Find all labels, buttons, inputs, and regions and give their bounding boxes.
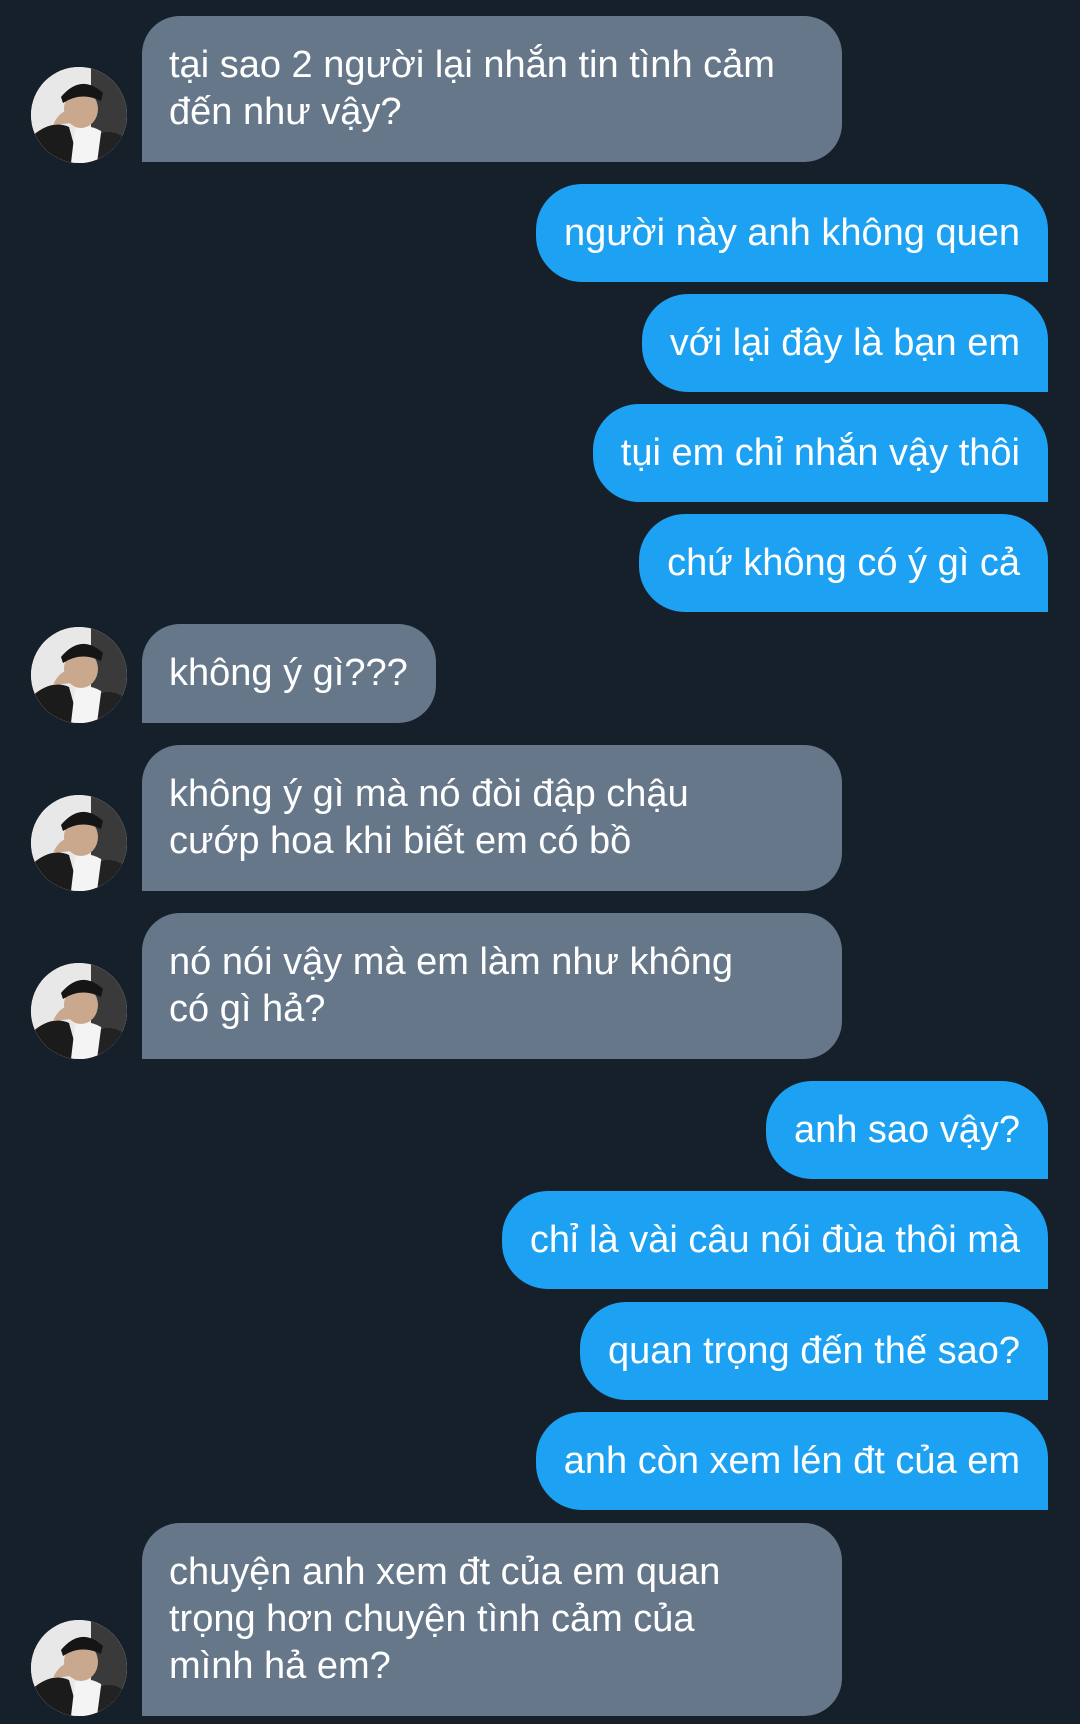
- incoming-message[interactable]: không ý gì???: [142, 624, 436, 723]
- incoming-message[interactable]: chuyện anh xem đt của em quan trọng hơn …: [142, 1523, 842, 1716]
- incoming-message[interactable]: không ý gì mà nó đòi đập chậu cướp hoa k…: [142, 745, 842, 891]
- incoming-message[interactable]: nó nói vậy mà em làm như không có gì hả?: [142, 913, 842, 1059]
- outgoing-message[interactable]: tụi em chỉ nhắn vậy thôi: [592, 404, 1048, 502]
- avatar[interactable]: [31, 67, 127, 163]
- avatar[interactable]: [31, 963, 127, 1059]
- chat-conversation: tại sao 2 người lại nhắn tin tình cảm đế…: [0, 0, 1080, 1724]
- profile-photo-avatar-icon: [31, 1620, 127, 1716]
- outgoing-message[interactable]: chỉ là vài câu nói đùa thôi mà: [501, 1191, 1048, 1289]
- profile-photo-avatar-icon: [31, 963, 127, 1059]
- outgoing-message[interactable]: người này anh không quen: [535, 184, 1048, 282]
- outgoing-message[interactable]: anh sao vậy?: [765, 1081, 1048, 1179]
- outgoing-message[interactable]: với lại đây là bạn em: [641, 294, 1048, 392]
- avatar[interactable]: [31, 1620, 127, 1716]
- profile-photo-avatar-icon: [31, 627, 127, 723]
- outgoing-message[interactable]: anh còn xem lén đt của em: [535, 1412, 1048, 1510]
- incoming-message[interactable]: tại sao 2 người lại nhắn tin tình cảm đế…: [142, 16, 842, 162]
- outgoing-message[interactable]: quan trọng đến thế sao?: [579, 1302, 1048, 1400]
- outgoing-message[interactable]: chứ không có ý gì cả: [639, 514, 1048, 612]
- profile-photo-avatar-icon: [31, 795, 127, 891]
- profile-photo-avatar-icon: [31, 67, 127, 163]
- avatar[interactable]: [31, 795, 127, 891]
- avatar[interactable]: [31, 627, 127, 723]
